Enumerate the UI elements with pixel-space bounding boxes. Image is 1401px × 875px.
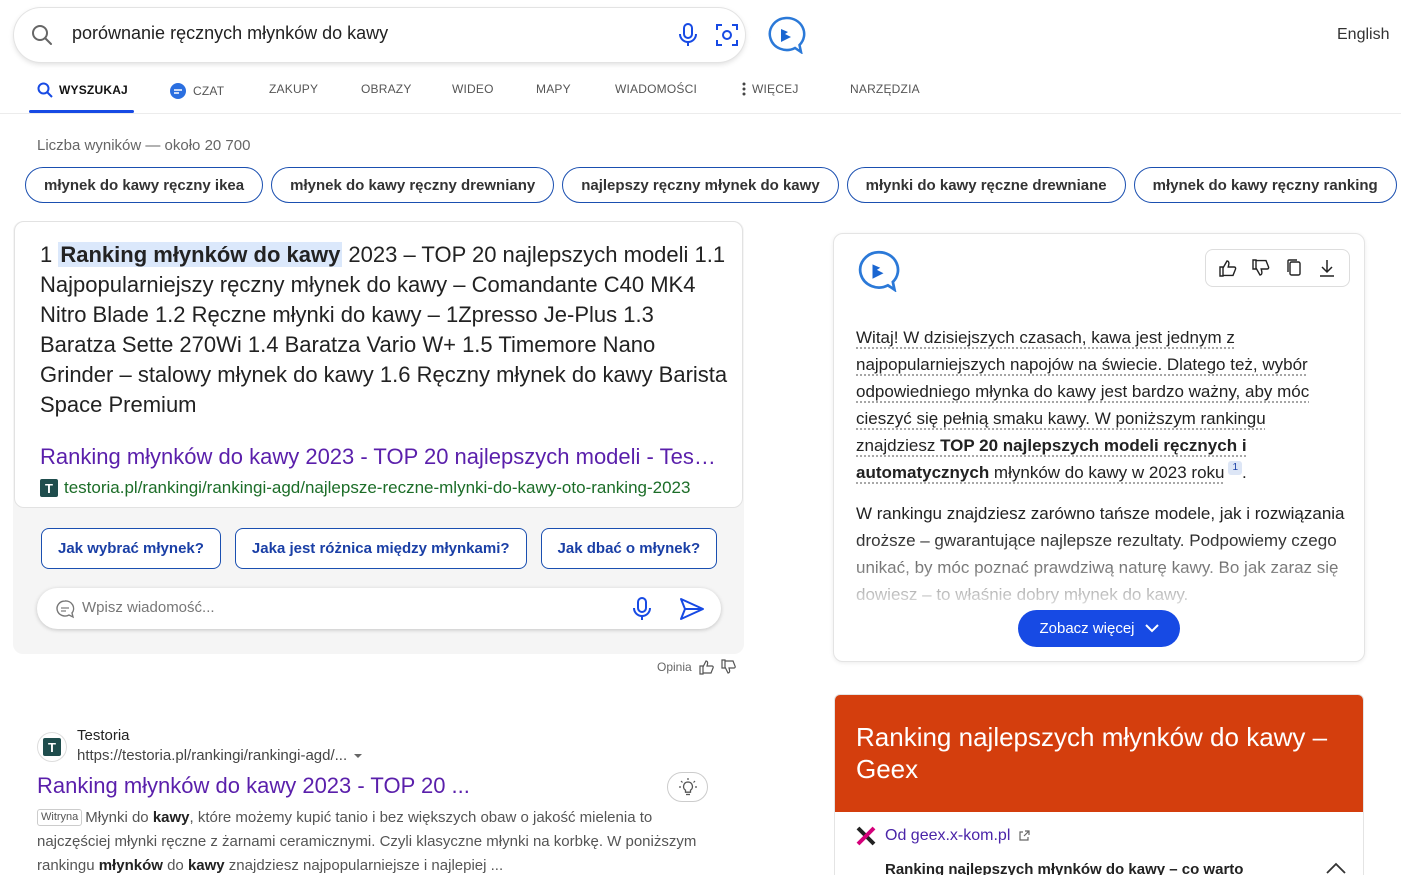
bing-chat-logo-icon — [858, 250, 900, 292]
nav-tabs: WYSZUKAJ CZAT ZAKUPY OBRAZY WIDEO MAPY W… — [0, 70, 1401, 114]
answer-text: 1 Ranking młynków do kawy 2023 – TOP 20 … — [40, 240, 730, 420]
tab-label: OBRAZY — [361, 82, 412, 96]
chat-text-segment: młynków do kawy w 2023 roku — [989, 463, 1225, 482]
citation-badge[interactable]: 1 — [1228, 461, 1243, 475]
visual-search-icon[interactable] — [714, 22, 740, 48]
tab-label: WYSZUKAJ — [59, 83, 128, 97]
answer-url-text: testoria.pl/rankingi/rankingi-agd/najlep… — [64, 478, 691, 497]
geex-header[interactable]: Ranking najlepszych młynków do kawy – Ge… — [835, 695, 1363, 812]
bing-chat-logo-icon[interactable] — [766, 16, 806, 54]
result-title-link[interactable]: Ranking młynków do kawy 2023 - TOP 20 ..… — [37, 773, 470, 799]
search-icon — [37, 82, 53, 98]
more-vertical-icon — [742, 82, 746, 96]
geex-subtitle[interactable]: Ranking najlepszych młynków do kawy – co… — [885, 861, 1243, 875]
testoria-favicon-icon: T — [40, 479, 58, 497]
message-input[interactable]: Wpisz wiadomość... — [37, 588, 721, 629]
microphone-icon[interactable] — [676, 22, 700, 48]
answer-source-url[interactable]: T testoria.pl/rankingi/rankingi-agd/najl… — [40, 478, 720, 498]
tab-search[interactable]: WYSZUKAJ — [37, 82, 128, 98]
tab-label: CZAT — [193, 84, 225, 98]
question-button[interactable]: Jak dbać o młynek? — [540, 528, 718, 569]
message-placeholder: Wpisz wiadomość... — [82, 599, 215, 616]
results-count: Liczba wyników — około 20 700 — [37, 137, 251, 154]
see-more-button[interactable]: Zobacz więcej — [1018, 610, 1180, 647]
snippet-bold: kawy — [152, 809, 190, 826]
active-tab-indicator — [29, 110, 134, 113]
result-url[interactable]: https://testoria.pl/rankingi/rankingi-ag… — [77, 747, 363, 764]
language-switch[interactable]: English — [1337, 26, 1389, 44]
chevron-down-icon — [1144, 624, 1159, 633]
see-more-label: Zobacz więcej — [1039, 620, 1135, 637]
microphone-icon[interactable] — [631, 596, 653, 622]
related-search-chips: młynek do kawy ręczny ikea młynek do kaw… — [25, 167, 1401, 203]
search-box[interactable]: porównanie ręcznych młynków do kawy — [14, 8, 745, 62]
external-link-icon — [1019, 830, 1030, 841]
chip[interactable]: młynki do kawy ręczne drewniane — [846, 167, 1126, 203]
tab-label: WIADOMOŚCI — [615, 82, 697, 96]
answer-source-link[interactable]: Ranking młynków do kawy 2023 - TOP 20 na… — [40, 444, 720, 470]
tab-shopping[interactable]: ZAKUPY — [269, 82, 318, 96]
chat-actions-toolbar — [1205, 249, 1350, 287]
answer-body: 2023 – TOP 20 najlepszych modeli 1.1 Naj… — [40, 242, 728, 417]
tab-more[interactable]: WIĘCEJ — [742, 82, 799, 96]
snippet-bold: kawy — [187, 857, 225, 874]
chat-icon — [170, 83, 186, 99]
tab-label: NARZĘDZIA — [850, 82, 920, 96]
question-button[interactable]: Jaka jest różnica między młynkami? — [234, 528, 527, 569]
chip[interactable]: najlepszy ręczny młynek do kawy — [562, 167, 839, 203]
caret-down-icon[interactable] — [353, 753, 363, 759]
lightbulb-icon — [678, 778, 697, 796]
x-kom-logo-icon — [856, 826, 876, 846]
copilot-answer-card: Witaj! W dzisiejszych czasach, kawa jest… — [833, 233, 1365, 662]
send-icon[interactable] — [679, 597, 705, 621]
tab-news[interactable]: WIADOMOŚCI — [615, 82, 697, 96]
text-fade-overlay — [856, 534, 1346, 614]
geex-source[interactable]: Od geex.x-kom.pl — [855, 825, 1030, 847]
answer-card: 1 Ranking młynków do kawy 2023 – TOP 20 … — [14, 221, 743, 508]
thumbs-up-icon[interactable] — [1218, 258, 1238, 278]
lightbulb-button[interactable] — [667, 772, 708, 802]
question-button[interactable]: Jak wybrać młynek? — [41, 528, 221, 569]
answer-highlight: Ranking młynków do kawy — [58, 242, 343, 267]
testoria-favicon-icon: T — [43, 738, 61, 756]
download-icon[interactable] — [1317, 258, 1337, 278]
tab-maps[interactable]: MAPY — [536, 82, 571, 96]
tab-images[interactable]: OBRAZY — [361, 82, 412, 96]
answer-prefix: 1 — [40, 242, 59, 267]
feedback-label[interactable]: Opinia — [657, 660, 692, 674]
thumbs-down-icon[interactable] — [1251, 258, 1271, 278]
copy-icon[interactable] — [1284, 258, 1304, 278]
snippet-bold: młynków — [98, 857, 163, 874]
site-badge: Witryna — [37, 809, 83, 826]
tab-video[interactable]: WIDEO — [452, 82, 494, 96]
tab-chat[interactable]: CZAT — [169, 82, 224, 100]
geex-source-text: Od geex.x-kom.pl — [885, 827, 1011, 844]
tab-tools[interactable]: NARZĘDZIA — [850, 82, 920, 96]
tab-label: ZAKUPY — [269, 82, 319, 96]
geex-title[interactable]: Ranking najlepszych młynków do kawy – Ge… — [856, 721, 1346, 785]
tab-label: WIDEO — [452, 82, 494, 96]
feedback: Opinia — [657, 659, 736, 675]
search-icon[interactable] — [30, 23, 54, 47]
result-site-name[interactable]: Testoria — [77, 727, 130, 744]
tab-label: MAPY — [536, 82, 571, 96]
suggested-questions: Jak wybrać młynek? Jaka jest różnica mię… — [41, 528, 718, 569]
tab-label: WIĘCEJ — [752, 82, 799, 96]
snippet-text: Młynki do — [85, 809, 153, 826]
search-query[interactable]: porównanie ręcznych młynków do kawy — [72, 23, 388, 44]
chip[interactable]: młynek do kawy ręczny ranking — [1133, 167, 1397, 203]
thumbs-up-icon[interactable] — [698, 659, 714, 675]
snippet-text: do — [162, 857, 188, 874]
geex-card: Ranking najlepszych młynków do kawy – Ge… — [834, 694, 1364, 875]
thumbs-down-icon[interactable] — [720, 659, 736, 675]
result-snippet: Witryna Młynki do kawy, które możemy kupi… — [37, 806, 697, 875]
chat-bubble-icon — [56, 600, 75, 619]
chat-text-segment: . — [1242, 463, 1247, 482]
result-favicon[interactable]: T — [37, 732, 67, 762]
chip[interactable]: młynek do kawy ręczny ikea — [25, 167, 264, 203]
chip[interactable]: młynek do kawy ręczny drewniany — [271, 167, 555, 203]
snippet-text: znajdziesz najpopularniejsze i najlepiej… — [224, 857, 504, 874]
chevron-up-icon[interactable] — [1325, 861, 1347, 875]
result-url-text: https://testoria.pl/rankingi/rankingi-ag… — [77, 747, 348, 764]
